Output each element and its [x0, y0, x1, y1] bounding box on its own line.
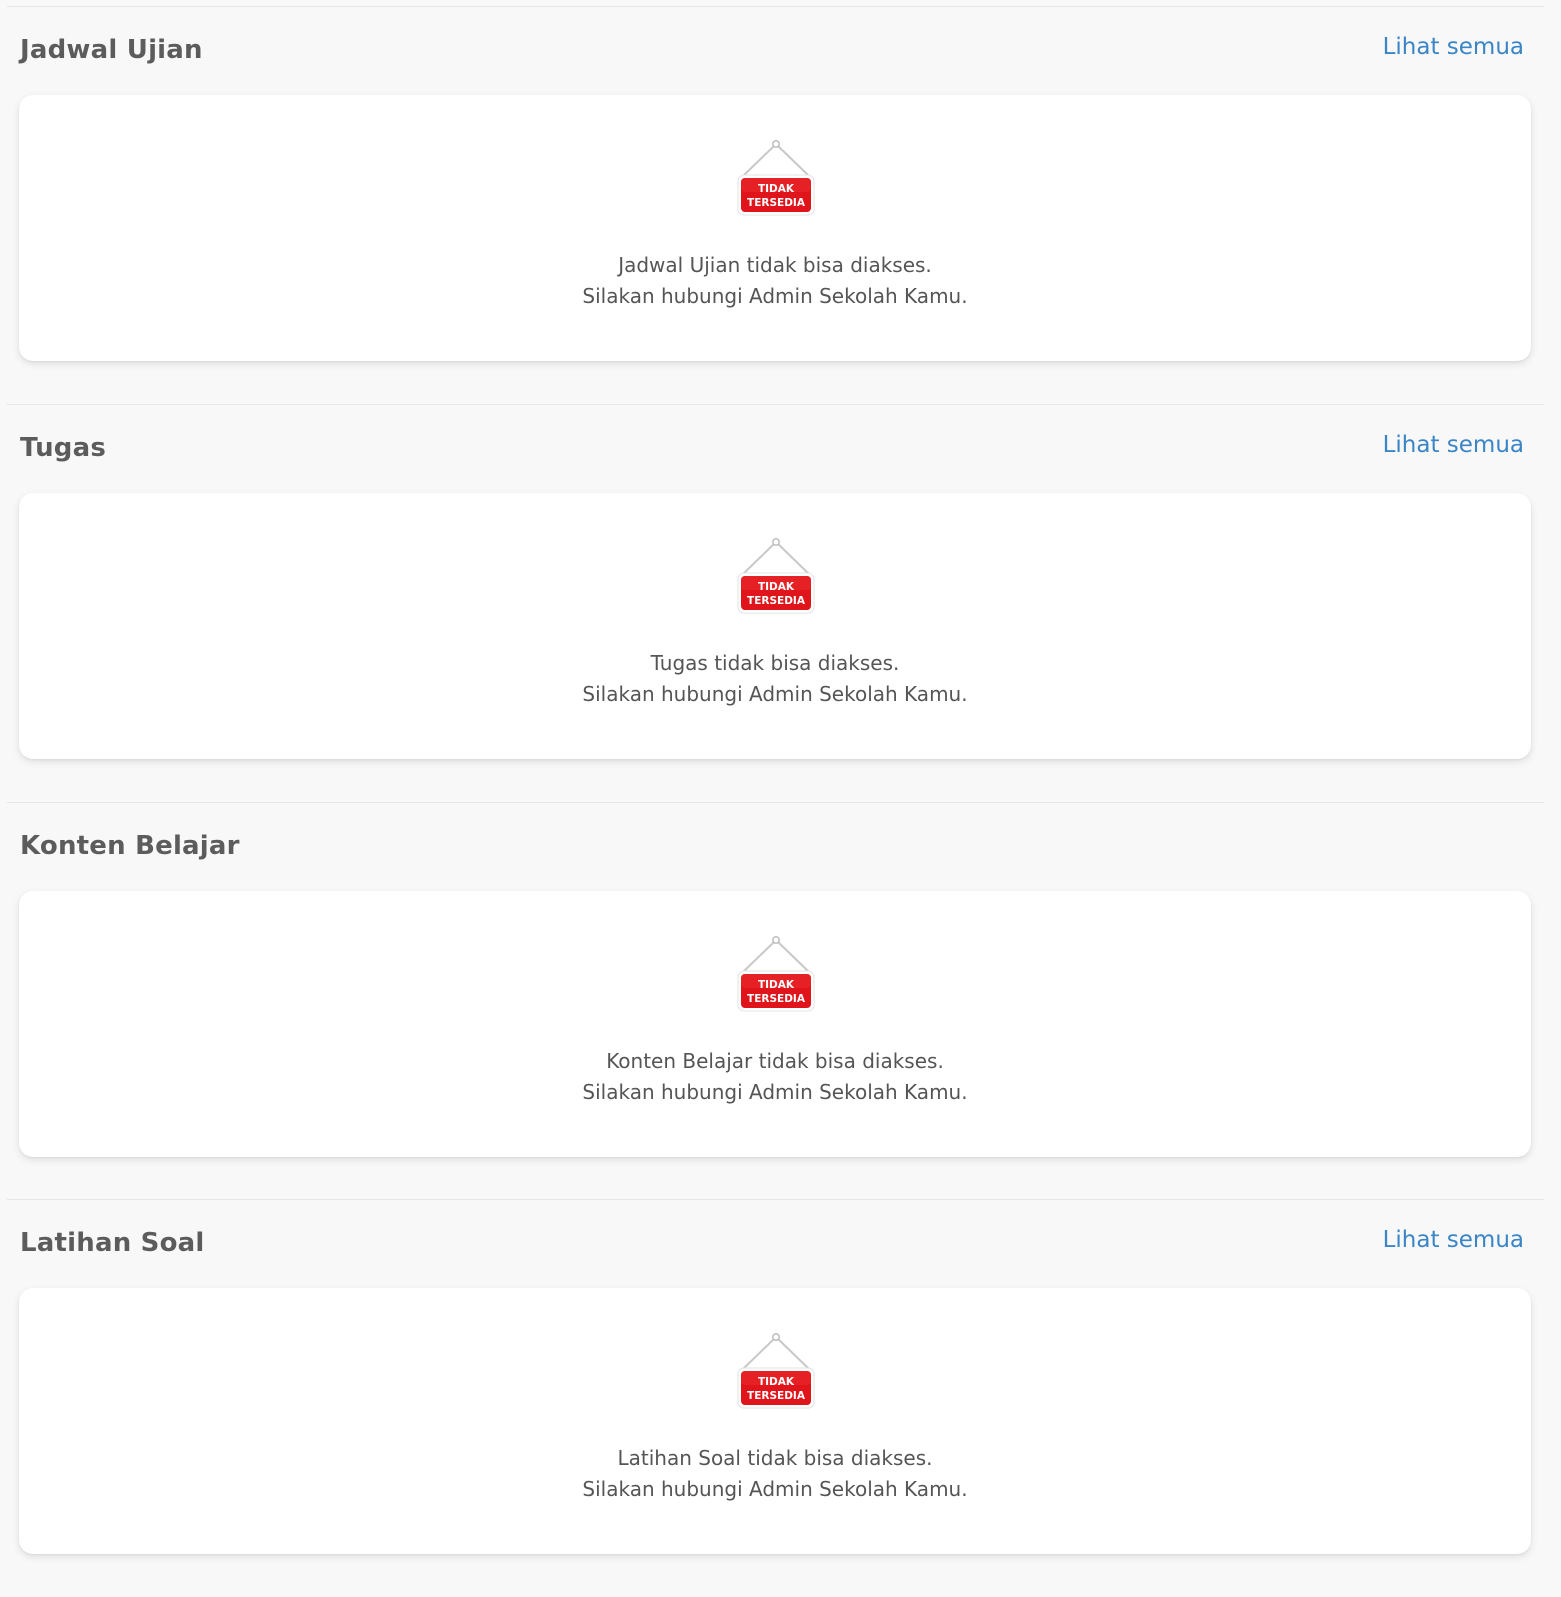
section-tugas: Tugas Lihat semua TIDAK TERSEDIA Tugas t…: [7, 404, 1544, 802]
sign-text-line1: TIDAK: [758, 581, 795, 593]
message-line2: Silakan hubungi Admin Sekolah Kamu.: [582, 284, 968, 308]
section-title: Latihan Soal: [20, 1228, 205, 1258]
section-title: Konten Belajar: [20, 831, 240, 861]
sign-text-line2: TERSEDIA: [747, 993, 806, 1005]
section-konten-belajar: Konten Belajar TIDAK TERSEDIA Konten Bel…: [7, 802, 1544, 1200]
tidak-tersedia-sign-icon: TIDAK TERSEDIA: [735, 537, 817, 617]
unavailable-message: Latihan Soal tidak bisa diakses. Silakan…: [19, 1443, 1531, 1505]
unavailable-card: TIDAK TERSEDIA Tugas tidak bisa diakses.…: [19, 493, 1531, 759]
unavailable-message: Tugas tidak bisa diakses. Silakan hubung…: [19, 648, 1531, 710]
sign-text-line1: TIDAK: [758, 1376, 795, 1388]
page: Jadwal Ujian Lihat semua TIDAK TERSEDIA …: [0, 0, 1561, 1597]
sign-text-line2: TERSEDIA: [747, 197, 806, 209]
sign-text-line1: TIDAK: [758, 183, 795, 195]
see-all-link[interactable]: Lihat semua: [1383, 432, 1524, 458]
unavailable-card: TIDAK TERSEDIA Konten Belajar tidak bisa…: [19, 891, 1531, 1157]
sign-text-line2: TERSEDIA: [747, 1390, 806, 1402]
unavailable-message: Jadwal Ujian tidak bisa diakses. Silakan…: [19, 250, 1531, 312]
tidak-tersedia-sign-icon: TIDAK TERSEDIA: [735, 935, 817, 1015]
section-latihan-soal: Latihan Soal Lihat semua TIDAK TERSEDIA …: [7, 1199, 1544, 1597]
unavailable-message: Konten Belajar tidak bisa diakses. Silak…: [19, 1046, 1531, 1108]
section-jadwal-ujian: Jadwal Ujian Lihat semua TIDAK TERSEDIA …: [7, 6, 1544, 404]
unavailable-card: TIDAK TERSEDIA Jadwal Ujian tidak bisa d…: [19, 95, 1531, 361]
section-title: Tugas: [20, 433, 107, 463]
tidak-tersedia-sign-icon: TIDAK TERSEDIA: [735, 139, 817, 219]
message-line1: Konten Belajar tidak bisa diakses.: [606, 1049, 944, 1073]
see-all-link[interactable]: Lihat semua: [1383, 34, 1524, 60]
message-line1: Tugas tidak bisa diakses.: [650, 651, 900, 675]
sign-text-line2: TERSEDIA: [747, 595, 806, 607]
message-line2: Silakan hubungi Admin Sekolah Kamu.: [582, 1477, 968, 1501]
message-line2: Silakan hubungi Admin Sekolah Kamu.: [582, 682, 968, 706]
tidak-tersedia-sign-icon: TIDAK TERSEDIA: [735, 1332, 817, 1412]
see-all-link[interactable]: Lihat semua: [1383, 1227, 1524, 1253]
message-line1: Jadwal Ujian tidak bisa diakses.: [618, 253, 932, 277]
message-line2: Silakan hubungi Admin Sekolah Kamu.: [582, 1080, 968, 1104]
sign-text-line1: TIDAK: [758, 979, 795, 991]
message-line1: Latihan Soal tidak bisa diakses.: [617, 1446, 933, 1470]
unavailable-card: TIDAK TERSEDIA Latihan Soal tidak bisa d…: [19, 1288, 1531, 1554]
section-title: Jadwal Ujian: [20, 35, 203, 65]
